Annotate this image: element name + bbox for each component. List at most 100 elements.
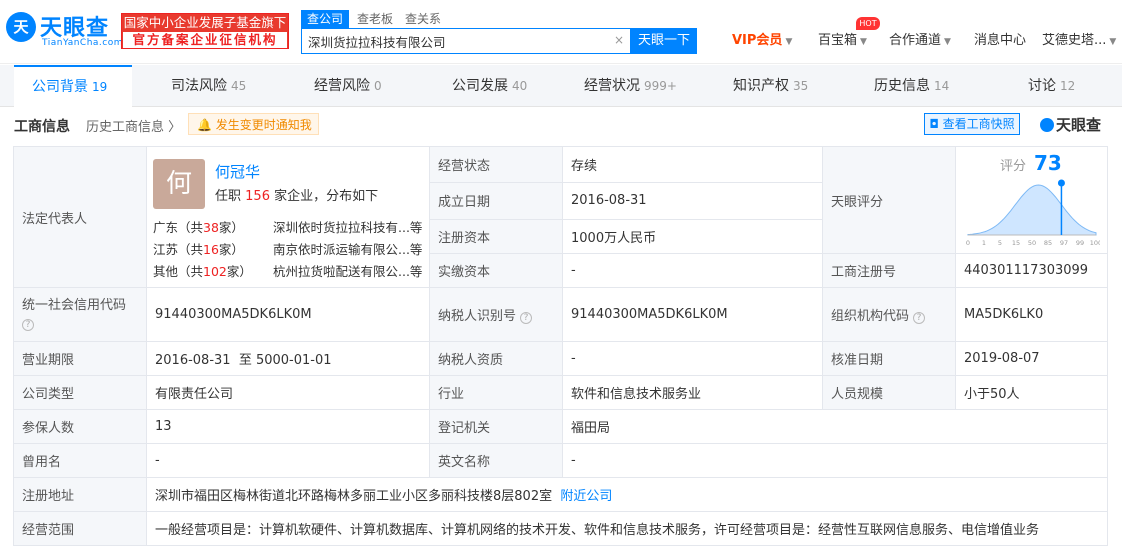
province-unit: 家） bbox=[218, 242, 244, 257]
logo-domain: TianYanCha.com bbox=[42, 38, 124, 48]
site-logo[interactable]: 天 天眼查 TianYanCha.com bbox=[6, 10, 123, 50]
former-value: - bbox=[146, 443, 430, 478]
reg-no-label: 工商注册号 bbox=[822, 253, 956, 288]
scope-label: 经营范围 bbox=[13, 511, 147, 546]
nav-vip-label: VIP会员 bbox=[732, 33, 783, 48]
founded-value: 2016-08-31 bbox=[562, 182, 823, 220]
bell-icon: 🔔 bbox=[197, 118, 216, 132]
search-button[interactable]: 天眼一下 bbox=[631, 28, 697, 54]
tab-history[interactable]: 历史信息 14 bbox=[874, 65, 949, 107]
tab-count: 40 bbox=[512, 79, 528, 93]
nav-messages[interactable]: 消息中心 bbox=[974, 31, 1026, 51]
staff-value: 小于50人 bbox=[955, 375, 1108, 410]
tab-legal-risk[interactable]: 司法风险 45 bbox=[171, 65, 246, 107]
province-item: 其他（共102家） bbox=[153, 261, 252, 280]
reg-capital-label: 注册资本 bbox=[429, 218, 563, 255]
province-company[interactable]: 南京依时派运输有限公...等 bbox=[273, 239, 422, 258]
score-widget[interactable]: 评分 73 0151550859799100 bbox=[957, 148, 1107, 253]
table-row: 法定代表人 何 何冠华 任职 156 家企业，分布如下 广东（共38家） 深圳依… bbox=[13, 145, 1108, 288]
tab-development[interactable]: 公司发展 40 bbox=[452, 65, 527, 107]
chevron-right-icon: 〉 bbox=[164, 120, 182, 135]
nav-baibao[interactable]: 百宝箱 ▼ bbox=[818, 31, 867, 51]
taxpayer-value: - bbox=[562, 341, 823, 376]
nav-vip[interactable]: VIP会员 ▼ bbox=[732, 31, 792, 51]
search-tab-company[interactable]: 查公司 bbox=[301, 10, 350, 28]
logo-mark-icon: 天 bbox=[6, 12, 36, 42]
tab-count: 999+ bbox=[644, 79, 677, 93]
scope-value: 一般经营项目是：计算机软硬件、计算机数据库、计算机网络的技术开发、软件和信息技术… bbox=[146, 511, 1108, 546]
insured-label: 参保人数 bbox=[13, 409, 147, 444]
term-value: 2016-08-31 至 5000-01-01 bbox=[146, 341, 430, 376]
nav-user[interactable]: 艾德史塔... ▼ bbox=[1042, 31, 1116, 51]
tab-ip[interactable]: 知识产权 35 bbox=[733, 65, 808, 107]
avatar[interactable]: 何 bbox=[153, 159, 205, 209]
tax-id-label: 纳税人识别号 bbox=[438, 309, 517, 324]
clear-icon[interactable]: × bbox=[614, 33, 624, 47]
brand-mark: 天眼查 bbox=[1040, 114, 1101, 135]
view-license-button[interactable]: ◘ 查看工商快照 bbox=[924, 113, 1020, 135]
english-label: 英文名称 bbox=[429, 443, 563, 478]
term-label: 营业期限 bbox=[13, 341, 147, 376]
legal-rep-name[interactable]: 何冠华 bbox=[215, 161, 260, 182]
legal-rep-card: 何 何冠华 任职 156 家企业，分布如下 广东（共38家） 深圳依时货拉拉科技… bbox=[148, 148, 429, 287]
legal-rep-cell: 何 何冠华 任职 156 家企业，分布如下 广东（共38家） 深圳依时货拉拉科技… bbox=[146, 146, 430, 288]
tab-label: 司法风险 bbox=[171, 78, 227, 94]
help-icon[interactable]: ? bbox=[22, 318, 34, 331]
score-tick-label: 1 bbox=[982, 239, 986, 247]
search-box: × bbox=[301, 28, 631, 54]
score-tick-label: 99 bbox=[1076, 239, 1084, 247]
table-row: 统一社会信用代码? 91440300MA5DK6LK0M 纳税人识别号? 914… bbox=[13, 287, 1108, 342]
search-tab-boss[interactable]: 查老板 bbox=[357, 10, 393, 28]
province-item: 江苏（共16家） bbox=[153, 239, 244, 258]
industry-value: 软件和信息技术服务业 bbox=[562, 375, 823, 410]
tab-count: 35 bbox=[793, 79, 809, 93]
search-tab-relation[interactable]: 查关系 bbox=[405, 10, 441, 28]
search-input[interactable] bbox=[302, 29, 602, 53]
brand-name: 天眼查 bbox=[1056, 116, 1102, 134]
history-link[interactable]: 历史工商信息 〉 bbox=[86, 116, 181, 135]
tab-count: 45 bbox=[231, 79, 247, 93]
chevron-down-icon: ▼ bbox=[1109, 37, 1117, 47]
tab-label: 讨论 bbox=[1028, 78, 1056, 94]
score-text: 评分 bbox=[1000, 159, 1027, 174]
staff-label: 人员规模 bbox=[822, 375, 956, 410]
business-info-table: 法定代表人 何 何冠华 任职 156 家企业，分布如下 广东（共38家） 深圳依… bbox=[13, 145, 1108, 546]
reg-capital-value: 1000万人民币 bbox=[562, 218, 823, 255]
founded-label: 成立日期 bbox=[429, 182, 563, 220]
tab-label: 经营状况 bbox=[584, 78, 640, 94]
org-code-value: MA5DK6LK0 bbox=[955, 287, 1108, 342]
tab-label: 公司背景 bbox=[32, 79, 88, 95]
nav-baibao-label: 百宝箱 bbox=[818, 33, 858, 48]
camera-icon: ◘ bbox=[929, 117, 943, 131]
credit-code-label: 统一社会信用代码 bbox=[22, 297, 127, 313]
tab-operations[interactable]: 经营状况 999+ bbox=[584, 65, 677, 107]
nav-channel[interactable]: 合作通道 ▼ bbox=[889, 31, 951, 51]
table-row: 营业期限 2016-08-31 至 5000-01-01 纳税人资质 - 核准日… bbox=[13, 341, 1108, 376]
score-tick-label: 97 bbox=[1060, 239, 1068, 247]
tab-discussion[interactable]: 讨论 12 bbox=[1028, 65, 1075, 107]
province-company[interactable]: 深圳依时货拉拉科技有...等 bbox=[273, 217, 422, 236]
help-icon[interactable]: ? bbox=[913, 312, 926, 324]
tab-company-background[interactable]: 公司背景 19 bbox=[14, 65, 132, 107]
score-tick-label: 5 bbox=[998, 239, 1002, 247]
credit-code-value: 91440300MA5DK6LK0M bbox=[146, 287, 430, 342]
brand-logo-icon bbox=[1040, 118, 1054, 132]
province-count: 38 bbox=[203, 220, 219, 235]
authority-label: 登记机关 bbox=[429, 409, 563, 444]
province-name: 其他（共 bbox=[153, 264, 204, 279]
former-label: 曾用名 bbox=[13, 443, 147, 478]
notify-label: 发生变更时通知我 bbox=[215, 118, 312, 132]
notify-button[interactable]: 🔔 发生变更时通知我 bbox=[188, 113, 319, 135]
score-label: 天眼评分 bbox=[822, 146, 956, 254]
official-badge: 国家中小企业发展子基金旗下 官方备案企业征信机构 bbox=[121, 13, 289, 49]
view-license-label: 查看工商快照 bbox=[942, 117, 1015, 131]
table-row: 曾用名 - 英文名称 - bbox=[13, 443, 1108, 478]
nearby-companies-link[interactable]: 附近公司 bbox=[560, 489, 612, 504]
tab-count: 14 bbox=[934, 79, 950, 93]
province-item: 广东（共38家） bbox=[153, 217, 244, 236]
tab-operating-risk[interactable]: 经营风险 0 bbox=[314, 65, 382, 107]
section-subheader: 工商信息 历史工商信息 〉 🔔 发生变更时通知我 ◘ 查看工商快照 天眼查 bbox=[0, 108, 1122, 144]
help-icon[interactable]: ? bbox=[520, 312, 533, 324]
legal-rep-desc: 任职 156 家企业，分布如下 bbox=[215, 185, 378, 204]
province-company[interactable]: 杭州拉货啦配送有限公...等 bbox=[273, 261, 422, 280]
